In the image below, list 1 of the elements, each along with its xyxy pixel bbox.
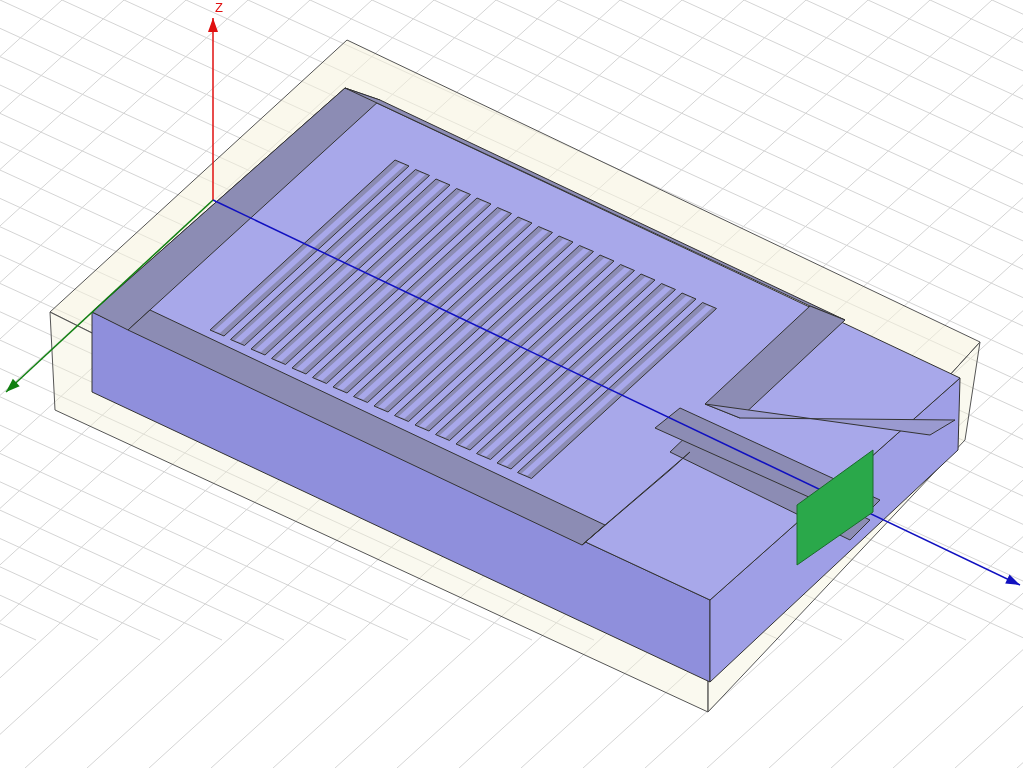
axis-label: Z [215, 0, 223, 15]
